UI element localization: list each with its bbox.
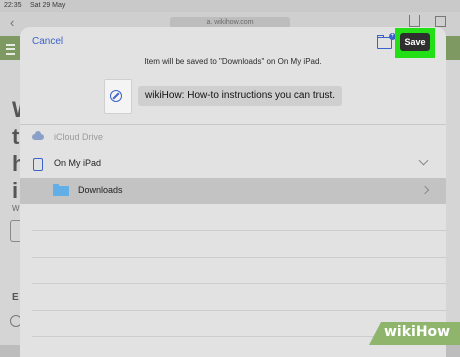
share-icon[interactable] xyxy=(409,15,420,27)
save-destination-info: Item will be saved to "Downloads" on On … xyxy=(144,57,322,66)
watermark-text: wikiHow xyxy=(384,324,451,340)
save-button[interactable]: Save xyxy=(400,33,430,51)
page-section-heading: E xyxy=(12,292,19,303)
menu-icon[interactable] xyxy=(6,44,15,55)
list-separator xyxy=(32,257,446,258)
item-title-field[interactable]: wikiHow: How-to instructions you can tru… xyxy=(138,86,343,106)
location-on-my-ipad[interactable]: On My iPad xyxy=(20,151,446,177)
chevron-down-icon[interactable] xyxy=(418,155,429,166)
back-chevron-icon[interactable]: ‹ xyxy=(10,15,14,30)
list-separator xyxy=(32,283,446,284)
chevron-right-icon xyxy=(420,185,430,195)
cancel-button[interactable]: Cancel xyxy=(32,36,63,47)
location-icloud-drive: iCloud Drive xyxy=(20,125,446,151)
save-sheet: Cancel + Save Item will be saved to "Dow… xyxy=(20,27,446,357)
list-separator xyxy=(32,230,446,231)
status-date: Sat 29 May xyxy=(30,2,66,9)
location-label: iCloud Drive xyxy=(54,132,104,142)
cloud-icon xyxy=(32,131,44,140)
status-bar: 22:35 Sat 29 May xyxy=(0,0,460,12)
compass-icon xyxy=(110,90,122,102)
ipad-icon xyxy=(33,158,43,171)
list-separator xyxy=(32,310,446,311)
status-time: 22:35 xyxy=(4,2,22,9)
folder-icon xyxy=(53,184,69,196)
page-byline: W xyxy=(12,204,20,213)
location-label: On My iPad xyxy=(54,158,102,168)
item-thumbnail xyxy=(104,79,132,114)
location-downloads[interactable]: Downloads xyxy=(20,178,446,204)
new-folder-icon[interactable]: + xyxy=(377,33,396,49)
location-label: Downloads xyxy=(78,185,123,195)
tabs-icon[interactable] xyxy=(435,16,446,27)
